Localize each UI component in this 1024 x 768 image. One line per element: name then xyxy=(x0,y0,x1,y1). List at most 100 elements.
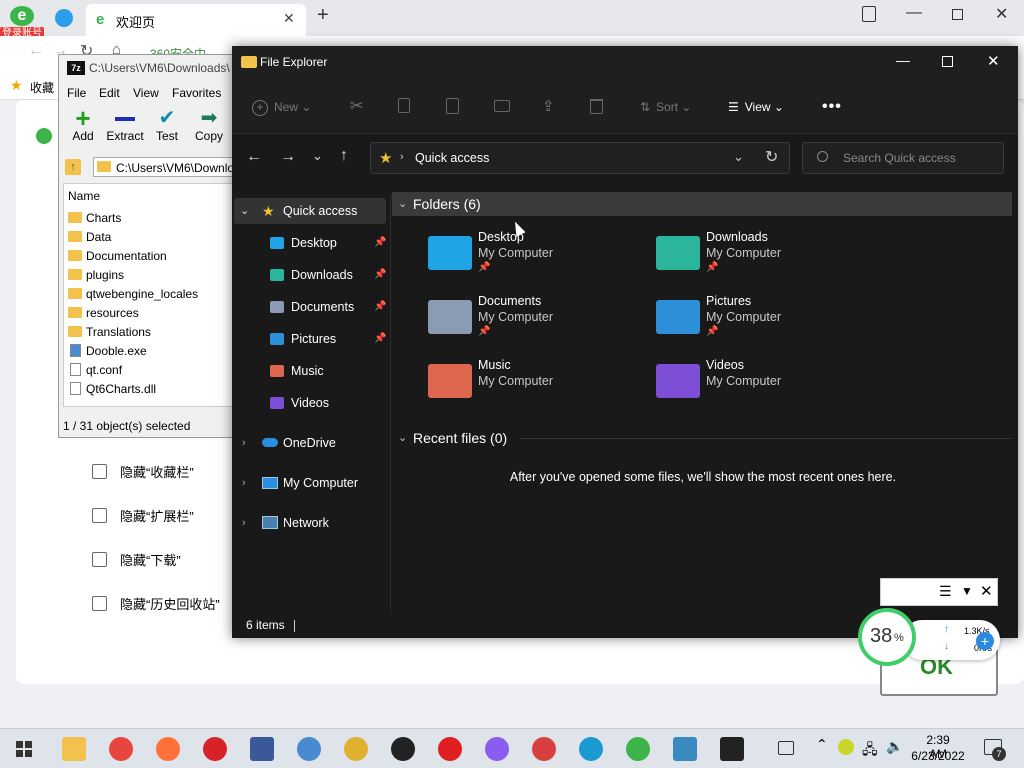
opera-icon[interactable] xyxy=(203,737,227,761)
firefox-icon[interactable] xyxy=(156,737,180,761)
more-options-icon[interactable]: ••• xyxy=(822,96,842,118)
file-row[interactable]: Data xyxy=(68,228,111,247)
pin-icon[interactable]: 📌 xyxy=(374,262,386,288)
up-folder-icon[interactable]: ↑ xyxy=(65,159,81,175)
share-icon[interactable]: ⇪ xyxy=(542,96,555,118)
opera-gx-icon[interactable] xyxy=(391,737,415,761)
news-widget-icon[interactable] xyxy=(778,741,794,755)
new-button[interactable]: + New ⌄ xyxy=(252,96,311,118)
browser-extension-icon[interactable] xyxy=(862,6,876,22)
tray-app-icon[interactable] xyxy=(838,739,854,755)
browser-close-icon[interactable]: ✕ xyxy=(995,4,1008,24)
folder-tile-desktop[interactable]: Desktop My Computer 📌 xyxy=(428,230,648,286)
copy-button[interactable]: ➡ Copy xyxy=(189,107,229,143)
menu-edit[interactable]: Edit xyxy=(99,86,120,100)
address-bar[interactable]: ★ › Quick access ⌄ ↻ xyxy=(370,142,790,174)
browser-back-icon[interactable]: ← xyxy=(28,42,44,60)
file-row[interactable]: plugins xyxy=(68,266,124,285)
nav-quick-access[interactable]: ⌄ ★ Quick access xyxy=(234,198,386,224)
browser-minimize-icon[interactable]: — xyxy=(906,4,922,22)
nav-item-pictures[interactable]: Pictures 📌 xyxy=(232,326,388,352)
file-row[interactable]: resources xyxy=(68,304,139,323)
add-button[interactable]: + Add xyxy=(63,105,103,143)
extract-button[interactable]: Extract xyxy=(105,107,145,143)
folder-tile-music[interactable]: Music My Computer xyxy=(428,358,648,414)
file-row[interactable]: qt.conf xyxy=(68,361,122,380)
nav-item-videos[interactable]: Videos xyxy=(232,390,388,416)
sevenzip-path-field[interactable]: C:\Users\VM6\Downlo xyxy=(93,157,239,177)
file-explorer-icon[interactable] xyxy=(62,737,86,761)
volume-icon[interactable]: 🔈 xyxy=(886,738,903,755)
remote-desktop-icon[interactable] xyxy=(673,737,697,761)
browser-restore-icon[interactable] xyxy=(952,9,963,20)
chrome-icon[interactable] xyxy=(109,737,133,761)
nav-item-downloads[interactable]: Downloads 📌 xyxy=(232,262,388,288)
search-box[interactable]: Search Quick access xyxy=(802,142,1004,174)
widget-dropdown-icon[interactable]: ▼ xyxy=(961,584,973,598)
chromium-icon[interactable] xyxy=(297,737,321,761)
refresh-icon[interactable]: ↻ xyxy=(765,147,778,167)
up-arrow-icon[interactable]: ↑ xyxy=(340,147,348,165)
new-tab-icon[interactable]: + xyxy=(317,4,329,27)
nav-network[interactable]: › Network xyxy=(232,510,388,536)
option-checkbox[interactable] xyxy=(92,464,107,479)
option-checkbox[interactable] xyxy=(92,508,107,523)
forward-arrow-icon[interactable]: → xyxy=(280,148,296,166)
start-windows-icon[interactable] xyxy=(16,741,32,757)
address-dropdown-icon[interactable]: ⌄ xyxy=(733,149,744,165)
folder-tile-videos[interactable]: Videos My Computer xyxy=(656,358,876,414)
bookmarks-label[interactable]: 收藏 xyxy=(30,79,54,96)
menu-file[interactable]: File xyxy=(67,86,86,100)
view-button[interactable]: ☰ View ⌄ xyxy=(728,96,784,118)
yandex-icon[interactable] xyxy=(438,737,462,761)
nav-pane-divider[interactable] xyxy=(390,194,391,614)
menu-view[interactable]: View xyxy=(133,86,159,100)
network-monitor-widget[interactable]: ☰ ▼ ✕ OK ↑ 1.3K/s ↓ 0K/s 38 % + xyxy=(858,578,1000,696)
explorer-minimize-icon[interactable]: — xyxy=(896,52,910,68)
file-row[interactable]: Documentation xyxy=(68,247,167,266)
tab-close-icon[interactable]: ✕ xyxy=(283,10,295,27)
menu-favorites[interactable]: Favorites xyxy=(172,86,221,100)
nav-onedrive[interactable]: › OneDrive xyxy=(232,430,388,456)
browser-logo-icon[interactable]: e xyxy=(10,6,34,26)
recent-locations-chevron-icon[interactable]: ⌄ xyxy=(312,148,323,164)
folder-tile-documents[interactable]: Documents My Computer 📌 xyxy=(428,294,648,350)
nav-item-desktop[interactable]: Desktop 📌 xyxy=(232,230,388,256)
file-row[interactable]: Charts xyxy=(68,209,121,228)
file-row[interactable]: qtwebengine_locales xyxy=(68,285,198,304)
pin-icon[interactable]: 📌 xyxy=(374,294,386,320)
nav-item-documents[interactable]: Documents 📌 xyxy=(232,294,388,320)
nav-my-computer[interactable]: › My Computer xyxy=(232,470,388,496)
rename-icon[interactable] xyxy=(494,100,510,112)
option-checkbox[interactable] xyxy=(92,596,107,611)
network-tray-icon[interactable]: 🖧 xyxy=(862,739,878,763)
paste-icon[interactable] xyxy=(446,98,459,114)
facebook-icon[interactable] xyxy=(250,737,274,761)
back-arrow-icon[interactable]: ← xyxy=(246,148,262,166)
copy-icon[interactable] xyxy=(398,98,410,113)
pin-icon[interactable]: 📌 xyxy=(374,230,386,256)
360-browser-icon[interactable] xyxy=(626,737,650,761)
recent-files-header[interactable]: ⌄ Recent files (0) xyxy=(392,426,1012,450)
option-checkbox[interactable] xyxy=(92,552,107,567)
file-row[interactable]: Dooble.exe xyxy=(68,342,147,361)
navi-icon[interactable] xyxy=(485,737,509,761)
cut-icon[interactable]: ✂ xyxy=(350,96,363,118)
column-header-name[interactable]: Name xyxy=(68,187,100,206)
yandex-browser-alt-icon[interactable] xyxy=(344,737,368,761)
file-row[interactable]: Qt6Charts.dll xyxy=(68,380,156,399)
widget-plus-icon[interactable]: + xyxy=(976,632,994,650)
show-hidden-icons-chevron-icon[interactable]: ⌃ xyxy=(816,736,828,753)
sevenzip-file-list[interactable]: Name Charts Data Documentation plugins qtweb… xyxy=(63,183,235,407)
test-button[interactable]: ✔ Test xyxy=(147,107,187,143)
folder-tile-pictures[interactable]: Pictures My Computer 📌 xyxy=(656,294,876,350)
telegram-icon[interactable] xyxy=(55,9,73,27)
explorer-maximize-icon[interactable] xyxy=(942,56,953,67)
nav-item-music[interactable]: Music xyxy=(232,358,388,384)
maxthon-icon[interactable] xyxy=(579,737,603,761)
browser-tab-welcome[interactable]: e 欢迎页 ✕ xyxy=(86,4,306,36)
file-row[interactable]: Translations xyxy=(68,323,151,342)
folder-tile-downloads[interactable]: Downloads My Computer 📌 xyxy=(656,230,876,286)
address-text[interactable]: Quick access xyxy=(415,151,489,165)
sort-button[interactable]: ⇅ Sort ⌄ xyxy=(640,96,691,118)
